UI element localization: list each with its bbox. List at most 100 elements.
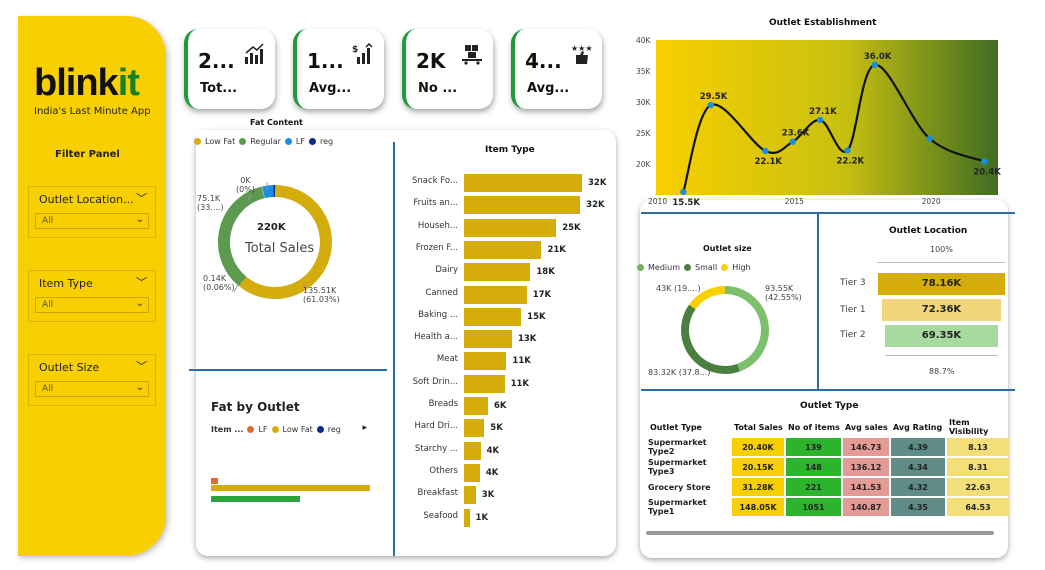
outlet-size-slicer[interactable]: Outlet Size ﹀ All ⌄ [28, 354, 156, 406]
legend-next-arrow[interactable]: ▸ [362, 423, 367, 433]
table-cell: Supermarket Type1 [648, 498, 730, 516]
item-type-bar[interactable] [464, 196, 581, 215]
item-type-bar[interactable] [464, 240, 542, 259]
kpi-caption: Tot... [200, 81, 238, 96]
legend-dot [684, 264, 691, 271]
legend-dot [271, 426, 279, 433]
donut-slice-lf[interactable] [262, 185, 274, 199]
donut-slice-medium[interactable] [724, 286, 769, 372]
chevron-down-icon[interactable]: ⌄ [136, 382, 144, 393]
table-cell: 141.53 [843, 478, 889, 496]
data-point[interactable] [707, 101, 714, 109]
column-header[interactable]: Outlet Type [648, 418, 730, 436]
table-header-row: Outlet Type Total Sales No of items Avg … [648, 418, 1009, 436]
bar-data-label: 1K [475, 512, 489, 523]
data-point[interactable] [844, 147, 851, 154]
kpi-value: 1... [307, 49, 344, 73]
data-point[interactable] [762, 147, 769, 155]
column-header[interactable]: Total Sales [732, 418, 784, 436]
legend-label: LF [295, 137, 305, 146]
fat-label-regular: 75.1K (33....) [197, 194, 224, 212]
outlet-size-dropdown[interactable]: All ⌄ [35, 381, 149, 397]
bar-data-label: 11K [510, 378, 529, 389]
table-row[interactable]: Grocery Store 31.28K 221 141.53 4.32 22.… [648, 478, 1009, 496]
chevron-down-icon[interactable]: ﹀ [136, 274, 147, 290]
data-point[interactable] [680, 188, 687, 196]
table-cell: Supermarket Type2 [648, 438, 730, 456]
bar-category-label: Seafood [423, 510, 458, 521]
chevron-down-icon[interactable]: ﹀ [136, 190, 147, 206]
item-type-chart: Snack Fo... 32K Fruits an... 32K Househ... 25… [398, 172, 613, 532]
y-tick-label: 20K [636, 160, 652, 169]
funnel-bar-tier3[interactable]: 78.16K [878, 273, 1005, 295]
item-type-bar[interactable] [464, 486, 476, 505]
kpi-avg-sales-card[interactable]: 1... Avg... $ [293, 29, 384, 109]
donut-slice-small[interactable] [681, 304, 740, 374]
bar-data-label: 4K [486, 445, 500, 456]
table-row[interactable]: Supermarket Type1 148.05K 1051 140.87 4.… [648, 498, 1009, 516]
data-label: 15.5K [672, 198, 700, 208]
fat-by-outlet-title: Fat by Outlet [211, 400, 300, 414]
table-cell: 221 [786, 478, 841, 496]
table-row[interactable]: Supermarket Type3 20.15K 148 136.12 4.34… [648, 458, 1009, 476]
item-type-dropdown[interactable]: All ⌄ [35, 297, 149, 313]
bar-category-label: Breakfast [417, 488, 458, 499]
legend-dot [308, 138, 316, 145]
item-type-bar[interactable] [464, 263, 531, 282]
table-row[interactable]: Supermarket Type2 20.40K 139 146.73 4.39… [648, 438, 1009, 456]
item-type-bar[interactable] [464, 352, 507, 371]
item-type-bar[interactable] [464, 374, 505, 393]
data-point[interactable] [816, 116, 824, 124]
kpi-avg-rating-card[interactable]: 4... Avg... ★★★ [511, 29, 602, 109]
legend-dot [194, 138, 201, 145]
chevron-down-icon[interactable]: ﹀ [136, 358, 147, 374]
item-type-bar[interactable] [464, 441, 481, 460]
table-horizontal-scrollbar[interactable] [646, 531, 994, 535]
bar-regular[interactable] [211, 496, 300, 502]
kpi-total-sales-card[interactable]: 2... Tot... [184, 29, 275, 109]
column-header[interactable]: Avg Rating [891, 418, 945, 436]
kpi-value: 4... [525, 49, 562, 73]
item-type-bar[interactable] [464, 174, 582, 192]
item-type-bar[interactable] [464, 419, 485, 438]
funnel-bar-tier2[interactable]: 69.35K [885, 325, 998, 347]
outlet-location-dropdown[interactable]: All ⌄ [35, 213, 149, 229]
data-point[interactable] [981, 158, 988, 165]
item-type-title: Item Type [485, 145, 535, 155]
item-type-slicer[interactable]: Item Type ﹀ All ⌄ [28, 270, 156, 322]
outlet-location-slicer[interactable]: Outlet Location... ﹀ All ⌄ [28, 186, 156, 238]
item-type-bar[interactable] [464, 508, 470, 527]
data-point[interactable] [926, 135, 933, 142]
item-type-bar[interactable] [464, 218, 557, 237]
donut-slice-regular[interactable] [217, 186, 265, 287]
data-point[interactable] [871, 61, 879, 68]
svg-text:★★★: ★★★ [571, 44, 592, 53]
item-type-bar[interactable] [464, 397, 488, 415]
chevron-down-icon[interactable]: ⌄ [136, 214, 144, 225]
item-type-bar[interactable] [464, 307, 522, 326]
fat-content-title: Fat Content [250, 118, 303, 127]
boxes-cart-icon [462, 45, 482, 65]
column-header[interactable]: Avg sales [843, 418, 889, 436]
bar-data-label: 15K [527, 311, 546, 322]
funnel-bar-tier1[interactable]: 72.36K [882, 299, 1001, 321]
table-cell: 20.40K [732, 438, 784, 456]
table-cell: Grocery Store [648, 478, 730, 496]
bar-data-label: 4K [485, 467, 499, 478]
bar-data-label: 25K [562, 222, 581, 233]
item-type-bar[interactable] [464, 330, 512, 349]
y-tick-label: 35K [636, 67, 652, 76]
funnel-bottom-pct: 88.7% [929, 367, 955, 376]
funnel-top-pct: 100% [930, 245, 953, 254]
column-header[interactable]: No of items [786, 418, 841, 436]
chevron-down-icon[interactable]: ⌄ [136, 298, 144, 309]
item-type-bar[interactable] [464, 285, 527, 304]
kpi-no-of-items-card[interactable]: 2K No ... [402, 29, 493, 109]
bar-lf[interactable] [211, 478, 218, 484]
bar-low-fat[interactable] [211, 485, 370, 491]
item-type-bar[interactable] [464, 463, 480, 482]
data-point[interactable] [789, 138, 796, 145]
fat-content-legend: Low Fat Regular LF reg [194, 137, 333, 146]
legend-label: reg [327, 425, 341, 434]
column-header[interactable]: Item Visibility [947, 418, 1009, 436]
